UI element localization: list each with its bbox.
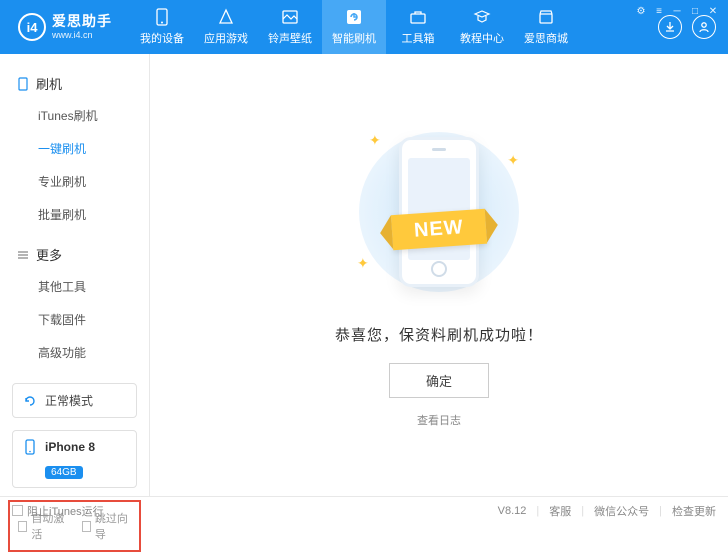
logo-icon: i4 — [18, 13, 46, 41]
sidebar-section-more[interactable]: 更多 — [0, 239, 149, 270]
wallpaper-icon — [281, 8, 299, 26]
new-ribbon: NEW — [391, 209, 487, 250]
success-message: 恭喜您，保资料刷机成功啦！ — [335, 324, 543, 345]
checkbox-icon — [12, 505, 23, 516]
brand-url: www.i4.cn — [52, 30, 112, 41]
sidebar-item-download-firmware[interactable]: 下载固件 — [0, 303, 149, 336]
success-illustration: ✦ ✦ ✦ NEW — [339, 122, 539, 302]
menu-icon[interactable]: ≡ — [652, 4, 666, 18]
header-bar: i4 爱思助手 www.i4.cn 我的设备 应用游戏 铃声壁纸 智能刷机 工具… — [0, 0, 728, 54]
brand-name: 爱思助手 — [52, 13, 112, 30]
sidebar-item-itunes-flash[interactable]: iTunes刷机 — [0, 99, 149, 132]
settings-icon[interactable]: ⚙ — [634, 4, 648, 18]
brand: i4 爱思助手 www.i4.cn — [8, 13, 122, 41]
nav-store[interactable]: 爱思商城 — [514, 0, 578, 54]
nav-label: 应用游戏 — [204, 30, 248, 46]
support-link[interactable]: 客服 — [549, 503, 571, 519]
version-label: V8.12 — [498, 505, 527, 517]
nav-toolbox[interactable]: 工具箱 — [386, 0, 450, 54]
view-log-link[interactable]: 查看日志 — [417, 412, 461, 428]
sidebar-item-other-tools[interactable]: 其他工具 — [0, 270, 149, 303]
nav-label: 铃声壁纸 — [268, 30, 312, 46]
sidebar-section-flash[interactable]: 刷机 — [0, 68, 149, 99]
top-nav: 我的设备 应用游戏 铃声壁纸 智能刷机 工具箱 教程中心 爱思商城 — [130, 0, 578, 54]
minimize-button[interactable]: ─ — [670, 4, 684, 18]
phone-icon — [153, 8, 171, 26]
section-title: 更多 — [36, 245, 62, 264]
block-itunes-checkbox[interactable]: 阻止iTunes运行 — [12, 503, 104, 519]
device-name: iPhone 8 — [45, 440, 95, 454]
wechat-link[interactable]: 微信公众号 — [594, 503, 649, 519]
check-update-link[interactable]: 检查更新 — [672, 503, 716, 519]
sidebar-item-batch-flash[interactable]: 批量刷机 — [0, 198, 149, 231]
user-button[interactable] — [692, 15, 716, 39]
toolbox-icon — [409, 8, 427, 26]
storage-badge: 64GB — [45, 466, 83, 479]
phone-outline-icon — [16, 77, 30, 91]
nav-flash[interactable]: 智能刷机 — [322, 0, 386, 54]
section-title: 刷机 — [36, 74, 62, 93]
main-content: ✦ ✦ ✦ NEW 恭喜您，保资料刷机成功啦！ 确定 查看日志 — [150, 54, 728, 496]
close-button[interactable]: ✕ — [706, 4, 720, 18]
menu-lines-icon — [16, 248, 30, 262]
nav-my-device[interactable]: 我的设备 — [130, 0, 194, 54]
nav-ringtones[interactable]: 铃声壁纸 — [258, 0, 322, 54]
maximize-button[interactable]: □ — [688, 4, 702, 18]
device-selector[interactable]: iPhone 8 64GB — [12, 430, 137, 488]
checkbox-label: 阻止iTunes运行 — [27, 503, 104, 519]
checkbox-icon — [82, 521, 91, 532]
sidebar-item-oneclick-flash[interactable]: 一键刷机 — [0, 132, 149, 165]
sidebar-item-advanced[interactable]: 高级功能 — [0, 336, 149, 369]
ok-button[interactable]: 确定 — [389, 363, 489, 398]
mode-selector[interactable]: 正常模式 — [12, 383, 137, 418]
nav-label: 教程中心 — [460, 30, 504, 46]
apps-icon — [217, 8, 235, 26]
nav-label: 爱思商城 — [524, 30, 568, 46]
refresh-icon — [23, 394, 37, 408]
nav-label: 智能刷机 — [332, 30, 376, 46]
sidebar-item-pro-flash[interactable]: 专业刷机 — [0, 165, 149, 198]
device-icon — [23, 439, 37, 455]
flash-icon — [345, 8, 363, 26]
nav-label: 工具箱 — [402, 30, 435, 46]
tutorial-icon — [473, 8, 491, 26]
store-icon — [537, 8, 555, 26]
checkbox-icon — [18, 521, 27, 532]
sidebar: 刷机 iTunes刷机 一键刷机 专业刷机 批量刷机 更多 其他工具 下载固件 … — [0, 54, 150, 496]
download-button[interactable] — [658, 15, 682, 39]
nav-apps[interactable]: 应用游戏 — [194, 0, 258, 54]
nav-tutorials[interactable]: 教程中心 — [450, 0, 514, 54]
mode-label: 正常模式 — [45, 392, 93, 409]
nav-label: 我的设备 — [140, 30, 184, 46]
